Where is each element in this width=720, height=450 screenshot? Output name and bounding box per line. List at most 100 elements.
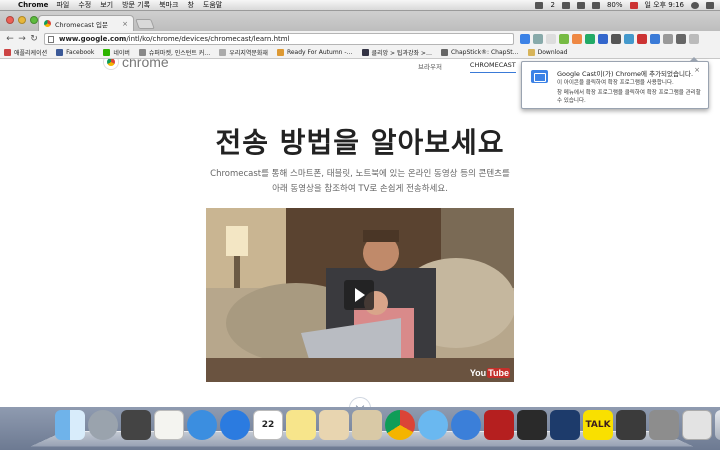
ext-icon-5[interactable] bbox=[611, 34, 621, 44]
back-icon[interactable]: ← bbox=[4, 34, 16, 44]
reminders-icon[interactable] bbox=[154, 410, 184, 440]
bookmark-star-icon[interactable] bbox=[546, 34, 556, 44]
bubble-close-icon[interactable]: × bbox=[694, 66, 700, 74]
preview-icon[interactable] bbox=[319, 410, 349, 440]
address-bar[interactable]: www.google.com/intl/ko/chrome/devices/ch… bbox=[44, 33, 514, 45]
ext-icon-3[interactable] bbox=[585, 34, 595, 44]
bookmark-download[interactable]: Download bbox=[527, 49, 567, 56]
forward-icon[interactable]: → bbox=[16, 34, 28, 44]
menu-edit[interactable]: 수정 bbox=[78, 0, 91, 10]
bubble-title: Google Cast이(가) Chrome에 추가되었습니다. bbox=[557, 70, 694, 78]
video-player[interactable]: You Tube bbox=[206, 208, 514, 382]
tab-chromecast[interactable]: Chromecast 입문 × bbox=[38, 15, 134, 31]
bookmark-heritage[interactable]: 우리지역문화재 bbox=[219, 48, 268, 57]
photo-booth-icon[interactable] bbox=[484, 410, 514, 440]
ext-icon-4[interactable] bbox=[598, 34, 608, 44]
ext-icon-7[interactable] bbox=[637, 34, 647, 44]
image-capture-icon[interactable] bbox=[121, 410, 151, 440]
bookmark-supermarket[interactable]: 슈퍼마켓, 인스턴트 커… bbox=[138, 48, 210, 57]
bookmark-label: Facebook bbox=[66, 49, 95, 56]
ext-icon-2[interactable] bbox=[572, 34, 582, 44]
extension-installed-bubble: Google Cast이(가) Chrome에 추가되었습니다. 이 아이콘을 … bbox=[521, 57, 709, 109]
folder-icon bbox=[527, 49, 535, 56]
finder-icon[interactable] bbox=[55, 410, 85, 440]
page-info-icon[interactable] bbox=[48, 36, 54, 43]
bookmark-apps[interactable]: 애플리케이션 bbox=[4, 48, 47, 57]
bookmark-naver[interactable]: 네이버 bbox=[103, 48, 130, 57]
dropbox-icon[interactable] bbox=[561, 1, 570, 9]
new-tab-button[interactable] bbox=[135, 19, 155, 29]
menu-file[interactable]: 파일 bbox=[56, 0, 69, 10]
close-window-button[interactable] bbox=[6, 16, 14, 24]
bookmark-label: 우리지역문화재 bbox=[229, 50, 268, 57]
reader-ext-icon[interactable] bbox=[533, 34, 543, 44]
spotlight-icon[interactable] bbox=[691, 1, 699, 9]
ext-icon-8[interactable] bbox=[650, 34, 660, 44]
activity-monitor-icon[interactable] bbox=[616, 410, 646, 440]
safari-icon[interactable] bbox=[187, 410, 217, 440]
battery-percent[interactable]: 80% bbox=[607, 1, 623, 9]
dashboard-app-icon[interactable] bbox=[550, 410, 580, 440]
google-cast-icon bbox=[531, 70, 548, 83]
bookmark-chapstick[interactable]: ChapStick®: ChapSt… bbox=[440, 49, 519, 56]
window-controls bbox=[6, 16, 38, 24]
bookmark-label: 애플리케이션 bbox=[14, 50, 48, 57]
system-preferences-icon[interactable] bbox=[649, 410, 679, 440]
menu-view[interactable]: 보기 bbox=[100, 0, 113, 10]
chrome-logo[interactable]: chrome bbox=[104, 59, 169, 70]
itunes-icon[interactable] bbox=[451, 410, 481, 440]
chrome-dock-icon[interactable] bbox=[385, 410, 415, 440]
clien-icon bbox=[361, 49, 369, 56]
kakaotalk-icon[interactable]: TALK bbox=[583, 410, 613, 440]
calendar-icon[interactable]: 22 bbox=[253, 410, 283, 440]
zoom-window-button[interactable] bbox=[30, 16, 38, 24]
menu-app-name[interactable]: Chrome bbox=[18, 1, 48, 9]
url-host: www.google.com bbox=[59, 35, 127, 43]
page-subtitle: Chromecast를 통해 스마트폰, 태블릿, 노트북에 있는 온라인 동영… bbox=[160, 167, 560, 197]
volume-icon[interactable] bbox=[591, 1, 600, 9]
bookmark-ready-for-autumn[interactable]: Ready For Autumn -… bbox=[276, 49, 353, 56]
messenger-icon[interactable] bbox=[535, 1, 544, 9]
chrome-logo-icon bbox=[104, 59, 118, 69]
menu-help[interactable]: 도움말 bbox=[203, 0, 222, 10]
minimize-window-button[interactable] bbox=[18, 16, 26, 24]
chrome-favicon-icon bbox=[44, 20, 51, 27]
trash-icon[interactable] bbox=[715, 410, 720, 440]
wifi-icon[interactable] bbox=[576, 1, 585, 9]
app-store-icon[interactable] bbox=[220, 410, 250, 440]
ext-icon-6[interactable] bbox=[624, 34, 634, 44]
filmstrip-app-icon[interactable] bbox=[517, 410, 547, 440]
scroll-down-button[interactable] bbox=[349, 397, 371, 407]
nav-browser[interactable]: 브라우저 bbox=[418, 61, 442, 73]
input-source-flag-icon[interactable] bbox=[629, 1, 638, 9]
tab-close-icon[interactable]: × bbox=[122, 20, 128, 28]
mac-dock: 22 TALK bbox=[0, 407, 720, 450]
bookmark-facebook[interactable]: Facebook bbox=[56, 49, 94, 56]
launchpad-icon[interactable] bbox=[88, 410, 118, 440]
google-cast-ext-icon[interactable] bbox=[520, 34, 530, 44]
subtitle-line-2: 아래 동영상을 참조하여 TV로 손쉽게 전송하세요. bbox=[272, 184, 448, 194]
browser-toolbar: ← → ↻ www.google.com/intl/ko/chrome/devi… bbox=[0, 31, 720, 47]
nav-chromecast[interactable]: CHROMECAST bbox=[469, 61, 516, 73]
page-heading: 전송 방법을 알아보세요 bbox=[215, 126, 505, 159]
messages-icon[interactable] bbox=[418, 410, 448, 440]
reload-icon[interactable]: ↻ bbox=[28, 34, 40, 44]
chrome-menu-icon[interactable] bbox=[689, 34, 699, 44]
menu-history[interactable]: 방문 기록 bbox=[122, 0, 150, 10]
bookmarks-bar: 애플리케이션 Facebook 네이버 슈퍼마켓, 인스턴트 커… 우리지역문화… bbox=[0, 47, 720, 59]
youtube-logo[interactable]: You Tube bbox=[469, 368, 510, 378]
ext-icon-10[interactable] bbox=[676, 34, 686, 44]
notification-center-icon[interactable] bbox=[706, 1, 714, 9]
photo-app-icon[interactable] bbox=[352, 410, 382, 440]
notes-icon[interactable] bbox=[286, 410, 316, 440]
ext-icon-9[interactable] bbox=[663, 34, 673, 44]
clock[interactable]: 일 오후 9:16 bbox=[645, 0, 685, 10]
menu-window[interactable]: 창 bbox=[187, 0, 193, 10]
document-stack-icon[interactable] bbox=[682, 410, 712, 440]
menu-bookmarks[interactable]: 북마크 bbox=[159, 0, 178, 10]
bookmark-clien[interactable]: 클리앙 > 팁과강좌 >… bbox=[361, 48, 432, 57]
bookmark-label: 네이버 bbox=[113, 50, 130, 57]
site-nav: 브라우저 CHROMECAST bbox=[418, 61, 516, 73]
play-button[interactable] bbox=[344, 280, 374, 310]
ext-icon-1[interactable] bbox=[559, 34, 569, 44]
